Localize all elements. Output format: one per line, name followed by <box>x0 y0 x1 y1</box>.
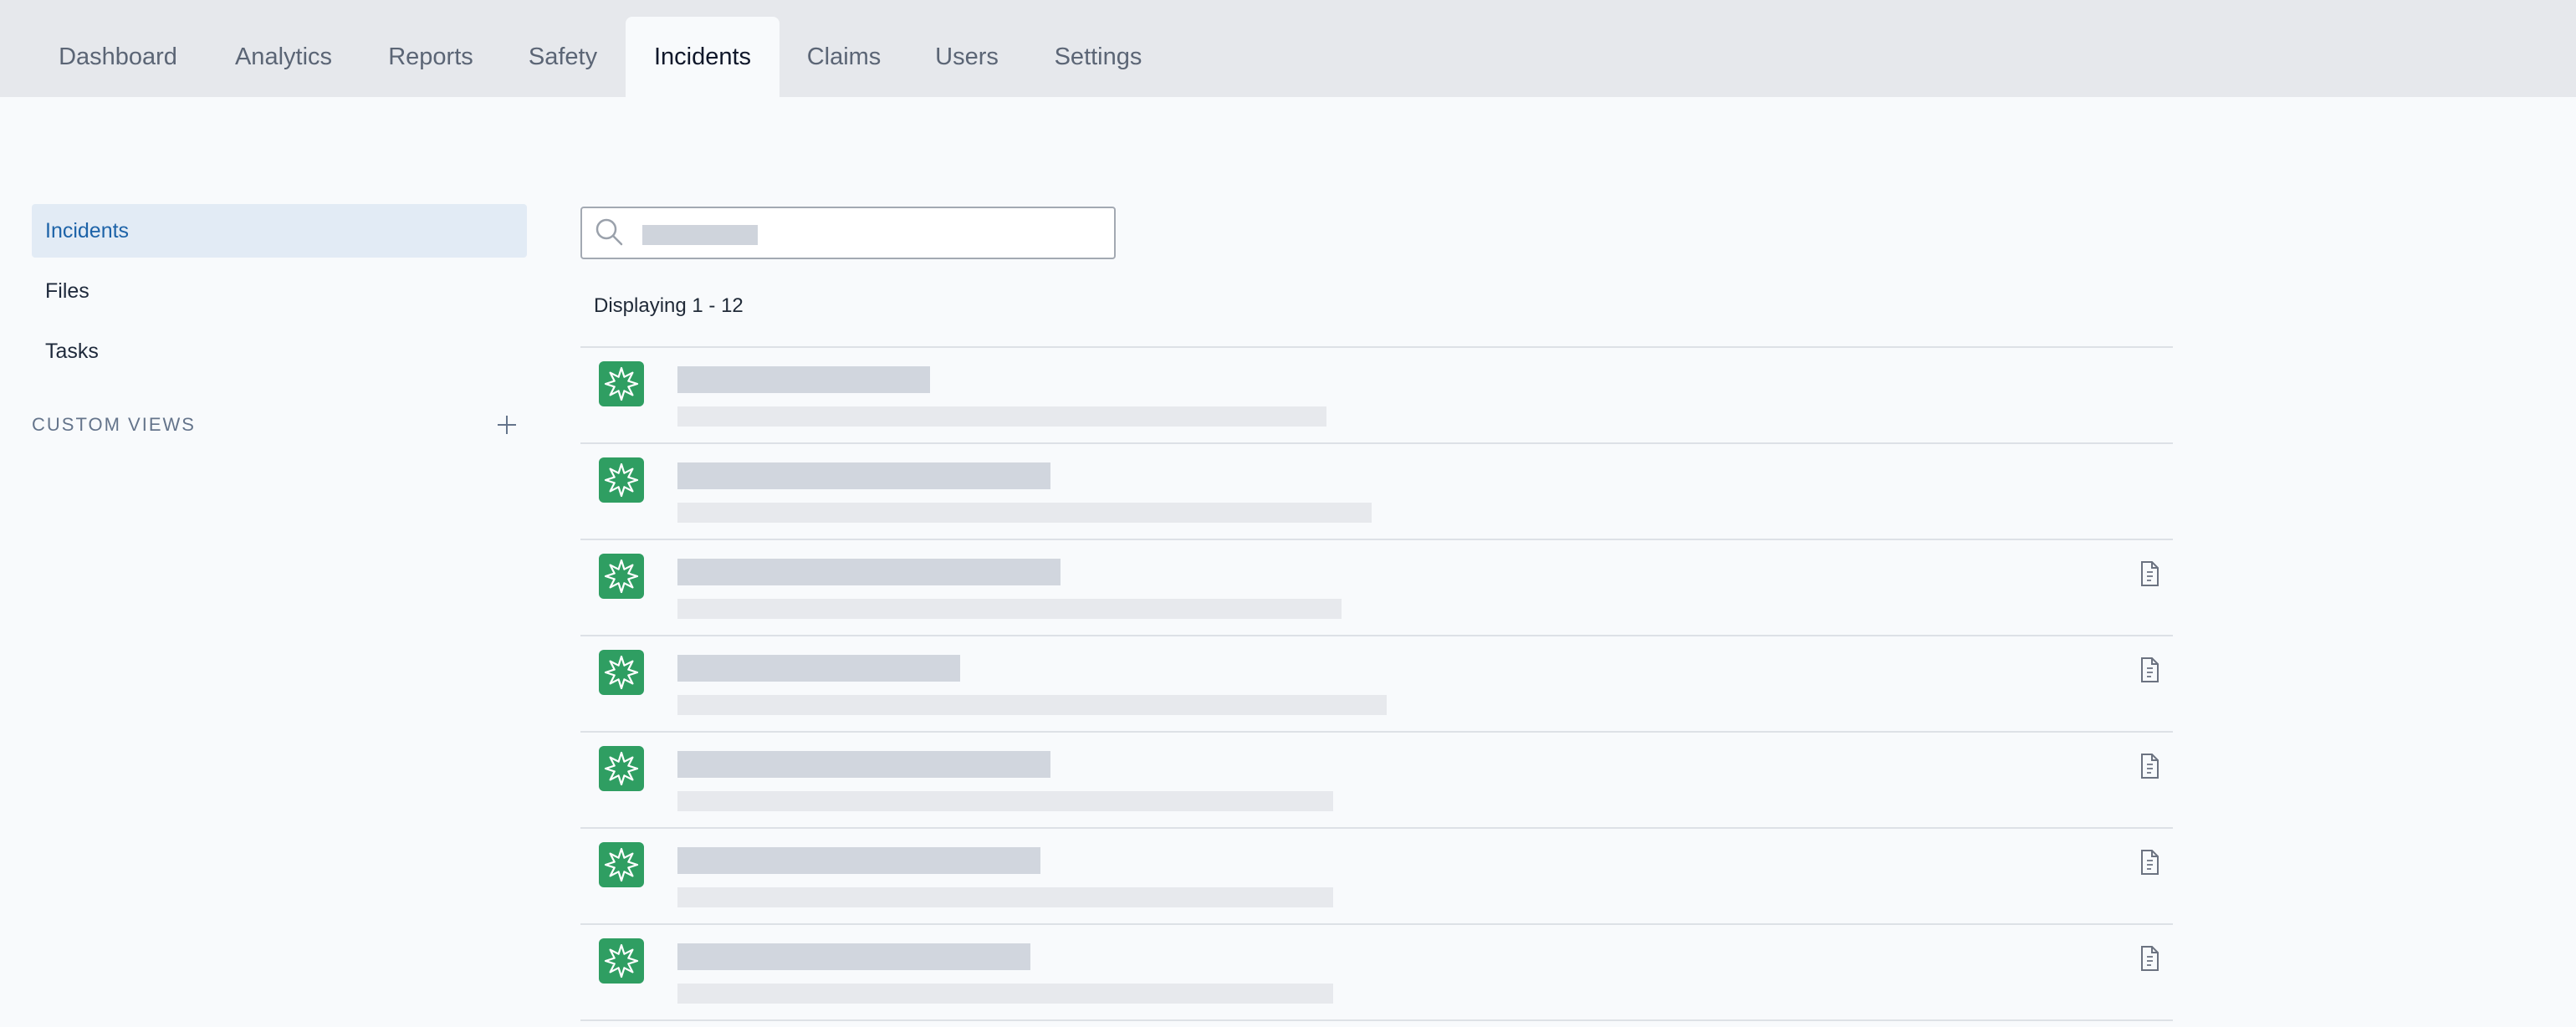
row-subtitle-redacted <box>677 503 1372 523</box>
row-title-redacted <box>677 366 930 393</box>
row-title-redacted <box>677 751 1050 778</box>
row-title-redacted <box>677 655 960 682</box>
row-subtitle-redacted <box>677 599 1342 619</box>
tab-dashboard[interactable]: Dashboard <box>38 17 197 97</box>
attachment-file-icon[interactable] <box>2138 560 2161 587</box>
attachment-file-icon[interactable] <box>2138 849 2161 876</box>
incident-burst-icon <box>599 746 644 791</box>
tab-settings[interactable]: Settings <box>1037 17 1159 97</box>
tab-safety[interactable]: Safety <box>510 17 616 97</box>
result-summary: Displaying 1 - 12 <box>594 294 744 317</box>
row-subtitle-redacted <box>677 406 1326 427</box>
incident-burst-icon <box>599 361 644 406</box>
search-box[interactable] <box>580 207 1116 259</box>
tab-users[interactable]: Users <box>917 17 1017 97</box>
tab-claims[interactable]: Claims <box>790 17 898 97</box>
list-item[interactable] <box>580 636 2173 733</box>
row-subtitle-redacted <box>677 887 1333 907</box>
incident-burst-icon <box>599 554 644 599</box>
list-item[interactable] <box>580 733 2173 829</box>
attachment-file-icon[interactable] <box>2138 657 2161 683</box>
tab-incidents[interactable]: Incidents <box>626 17 779 97</box>
row-title-redacted <box>677 847 1040 874</box>
list-item[interactable] <box>580 348 2173 444</box>
row-subtitle-redacted <box>677 984 1333 1004</box>
list-item[interactable] <box>580 540 2173 636</box>
top-tab-bar: Dashboard Analytics Reports Safety Incid… <box>0 0 2576 97</box>
row-title-redacted <box>677 559 1061 585</box>
search-icon <box>595 218 623 246</box>
incident-burst-icon <box>599 457 644 503</box>
custom-views-label: CUSTOM VIEWS <box>32 414 196 435</box>
row-title-redacted <box>677 462 1050 489</box>
list-item[interactable] <box>580 829 2173 925</box>
search-input[interactable] <box>641 218 1092 248</box>
incident-burst-icon <box>599 842 644 887</box>
row-title-redacted <box>677 943 1030 970</box>
list-item[interactable] <box>580 925 2173 1021</box>
row-subtitle-redacted <box>677 791 1333 811</box>
list-item[interactable] <box>580 444 2173 540</box>
incident-burst-icon <box>599 650 644 695</box>
attachment-file-icon[interactable] <box>2138 945 2161 972</box>
custom-views-header: CUSTOM VIEWS <box>32 408 527 442</box>
attachment-file-icon[interactable] <box>2138 753 2161 779</box>
incident-list <box>580 346 2173 1021</box>
sidebar-item-incidents[interactable]: Incidents <box>32 204 527 258</box>
incident-burst-icon <box>599 938 644 984</box>
sidebar-item-tasks[interactable]: Tasks <box>32 324 527 378</box>
tab-reports[interactable]: Reports <box>368 17 493 97</box>
sidebar-item-files[interactable]: Files <box>32 264 527 318</box>
row-subtitle-redacted <box>677 695 1387 715</box>
add-custom-view-plus-icon[interactable] <box>493 411 520 438</box>
tab-analytics[interactable]: Analytics <box>212 17 355 97</box>
